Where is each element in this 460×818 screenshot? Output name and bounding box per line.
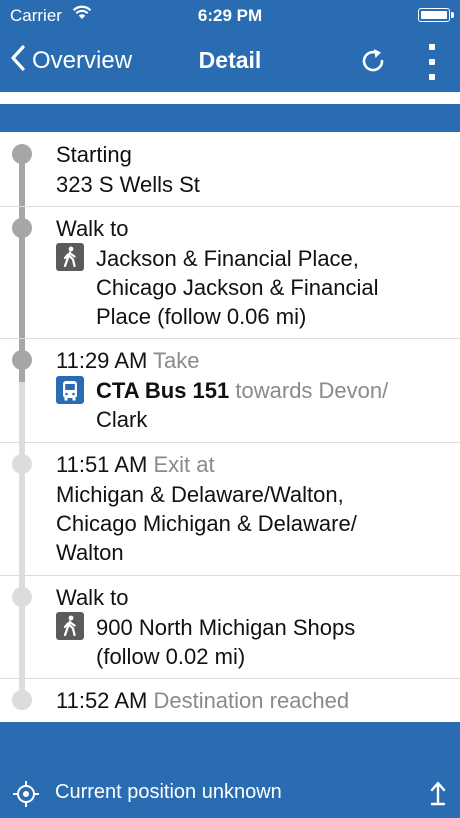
step-header: 11:51 AM Exit at <box>56 450 215 479</box>
step-location: 900 North Michigan Shops <box>96 615 356 640</box>
bus-icon <box>56 376 84 404</box>
route-direction: Clark <box>96 407 148 432</box>
battery-icon <box>418 8 454 22</box>
itinerary-timeline: Starting 323 S Wells St Walk to Jackson … <box>0 132 460 722</box>
back-button[interactable]: Overview <box>10 44 132 77</box>
route-direction: towards Devon/ <box>235 378 389 403</box>
timeline-node <box>12 587 32 607</box>
timeline-node <box>12 144 32 164</box>
step-label: Destination reached <box>153 688 350 713</box>
step-location: Michigan & Delaware/Walton, <box>56 482 344 507</box>
timeline-track-completed <box>19 154 25 382</box>
spacer <box>0 92 460 104</box>
navigation-bar: Overview Detail <box>0 32 460 92</box>
timeline-node <box>12 350 32 370</box>
chevron-left-icon <box>10 44 26 77</box>
timeline-node <box>12 218 32 238</box>
position-status: Current position unknown <box>55 781 282 803</box>
back-button-label: Overview <box>32 46 133 74</box>
share-icon[interactable] <box>428 780 448 811</box>
route-name: CTA Bus 151 <box>96 378 230 403</box>
position-footer: Current position unknown <box>0 722 460 818</box>
divider <box>0 206 460 207</box>
timeline-node <box>12 690 32 710</box>
more-options-icon[interactable] <box>422 42 442 82</box>
timeline-track-remaining <box>19 382 25 700</box>
step-location: (follow 0.02 mi) <box>96 644 246 669</box>
step-location: Chicago Michigan & Delaware/ <box>56 511 357 536</box>
walk-icon <box>56 243 84 271</box>
step-location: Place (follow 0.06 mi) <box>96 304 307 329</box>
divider <box>0 338 460 339</box>
locate-icon[interactable] <box>12 780 40 813</box>
step-location: Chicago Jackson & Financial <box>96 275 379 300</box>
route-header-bar <box>0 104 460 132</box>
step-label: Take <box>153 348 200 373</box>
divider <box>0 442 460 443</box>
step-time: 11:52 AM <box>56 688 148 713</box>
step-header: 11:52 AM Destination reached <box>56 686 349 715</box>
divider <box>0 575 460 576</box>
step-route: CTA Bus 151 towards Devon/ <box>96 376 388 405</box>
step-label: Walk to <box>56 216 129 241</box>
status-bar: Carrier 6:29 PM <box>0 0 460 32</box>
step-label: Starting <box>56 142 132 167</box>
step-header: 11:29 AM Take <box>56 346 200 375</box>
step-label: Exit at <box>153 452 215 477</box>
walk-icon <box>56 612 84 640</box>
step-location: Walton <box>56 540 124 565</box>
clock: 6:29 PM <box>197 6 263 25</box>
divider <box>0 678 460 679</box>
step-time: 11:29 AM <box>56 348 148 373</box>
timeline-node <box>12 454 32 474</box>
step-location: 323 S Wells St <box>56 172 200 197</box>
refresh-icon[interactable] <box>358 46 388 81</box>
step-label: Walk to <box>56 585 129 610</box>
step-location: Jackson & Financial Place, <box>96 246 359 271</box>
step-time: 11:51 AM <box>56 452 148 477</box>
